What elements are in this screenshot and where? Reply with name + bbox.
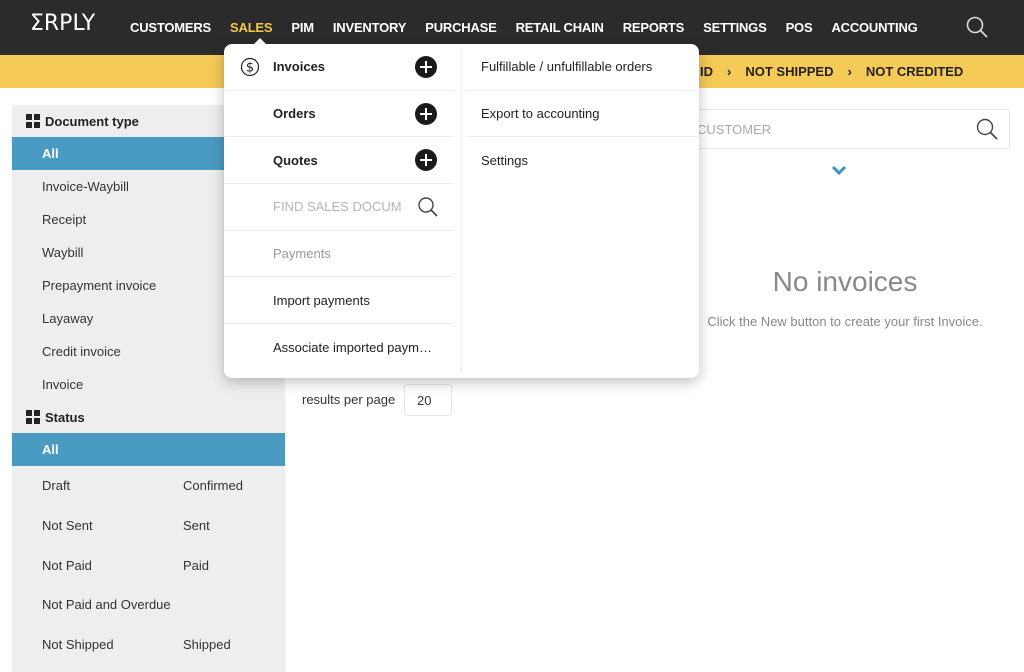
menu-item-associate-imported-payments[interactable]: Associate imported paym… [224, 324, 453, 371]
nav-pos[interactable]: POS [786, 20, 813, 35]
status-not-sent[interactable]: Not Sent [12, 518, 183, 533]
menu-item-label[interactable]: Fulfillable / unfulfillable orders [481, 59, 652, 74]
nav-sales[interactable]: SALES [230, 20, 273, 35]
search-icon[interactable] [975, 117, 999, 141]
erply-logo[interactable]: ΣRPLY [30, 11, 95, 36]
customer-search-field [680, 109, 1010, 149]
status-not-paid-overdue[interactable]: Not Paid and Overdue [12, 597, 183, 612]
status-row: Draft Confirmed [12, 466, 285, 506]
dropdown-left-column: $ Invoices Orders Quotes FIND SALES DOCU… [224, 44, 453, 371]
empty-state-subtitle: Click the New button to create your firs… [707, 314, 983, 329]
find-sales-document-row [224, 184, 453, 231]
nav-pim[interactable]: PIM [291, 20, 314, 35]
chevron-down-icon[interactable] [831, 163, 847, 177]
document-type-title: Document type [45, 113, 139, 129]
menu-item-fulfillable-orders[interactable]: Fulfillable / unfulfillable orders [467, 44, 699, 91]
grid-icon [26, 114, 40, 128]
results-per-page-input[interactable]: 20 [404, 384, 452, 416]
status-draft[interactable]: Draft [12, 478, 183, 493]
empty-state-title: No invoices [772, 266, 918, 297]
menu-item-label[interactable]: Invoices [273, 59, 325, 74]
menu-item-label[interactable]: Import payments [273, 293, 370, 308]
breadcrumb-item[interactable]: ID [700, 64, 713, 79]
search-icon[interactable] [965, 15, 989, 39]
nav-customers[interactable]: CUSTOMERS [130, 20, 211, 35]
status-not-paid[interactable]: Not Paid [12, 558, 183, 573]
menu-item-label[interactable]: Associate imported paym… [273, 340, 432, 355]
breadcrumb-item-not-credited[interactable]: NOT CREDITED [866, 64, 964, 79]
nav-reports[interactable]: REPORTS [623, 20, 685, 35]
svg-text:$: $ [246, 61, 254, 76]
status-header: Status [12, 401, 285, 433]
menu-item-label[interactable]: Export to accounting [481, 106, 600, 121]
menu-item-settings[interactable]: Settings [467, 137, 699, 184]
nav-inventory[interactable]: INVENTORY [333, 20, 407, 35]
status-title: Status [45, 409, 85, 425]
dollar-circle-icon: $ [240, 57, 260, 77]
sales-dropdown-menu: $ Invoices Orders Quotes FIND SALES DOCU… [224, 44, 699, 378]
breadcrumb: ID › NOT SHIPPED › NOT CREDITED [700, 55, 963, 88]
status-row: Not Paid and Overdue [12, 585, 285, 625]
nav-retail-chain[interactable]: RETAIL CHAIN [516, 20, 604, 35]
add-order-button[interactable] [415, 102, 437, 125]
add-quote-button[interactable] [415, 149, 437, 172]
status-shipped[interactable]: Shipped [183, 637, 231, 652]
breadcrumb-item-not-shipped[interactable]: NOT SHIPPED [745, 64, 833, 79]
menu-item-export-to-accounting[interactable]: Export to accounting [467, 91, 699, 138]
add-invoice-button[interactable] [415, 56, 437, 78]
status-sent[interactable]: Sent [183, 518, 210, 533]
nav-accounting[interactable]: ACCOUNTING [831, 20, 917, 35]
menu-item-label[interactable]: Settings [481, 153, 528, 168]
column-divider [461, 50, 462, 372]
menu-item-label[interactable]: Orders [273, 106, 316, 121]
menu-item-orders[interactable]: Orders [224, 91, 453, 138]
breadcrumb-separator: › [727, 64, 732, 79]
status-not-shipped[interactable]: Not Shipped [12, 637, 183, 652]
menu-item-payments[interactable]: Payments [224, 231, 453, 278]
status-all[interactable]: All [12, 433, 285, 466]
nav-settings[interactable]: SETTINGS [703, 20, 767, 35]
menu-item-invoices[interactable]: $ Invoices [224, 44, 453, 91]
dropdown-right-column: Fulfillable / unfulfillable orders Expor… [467, 44, 699, 184]
menu-item-label[interactable]: Quotes [273, 153, 318, 168]
search-icon[interactable] [417, 196, 439, 218]
breadcrumb-separator: › [847, 64, 852, 79]
nav-purchase[interactable]: PURCHASE [425, 20, 497, 35]
menu-item-import-payments[interactable]: Import payments [224, 277, 453, 325]
status-row: Not Sent Sent [12, 506, 285, 546]
find-sales-document-input[interactable] [273, 199, 403, 215]
menu-item-quotes[interactable]: Quotes [224, 137, 453, 185]
customer-search-input[interactable] [697, 110, 957, 148]
status-confirmed[interactable]: Confirmed [183, 478, 243, 493]
grid-icon [26, 410, 40, 424]
status-paid[interactable]: Paid [183, 558, 209, 573]
menu-item-label[interactable]: Payments [273, 246, 331, 261]
status-row: Not Shipped Shipped [12, 625, 285, 665]
results-per-page-label: results per page [302, 392, 396, 407]
status-row: Not Paid Paid [12, 545, 285, 585]
